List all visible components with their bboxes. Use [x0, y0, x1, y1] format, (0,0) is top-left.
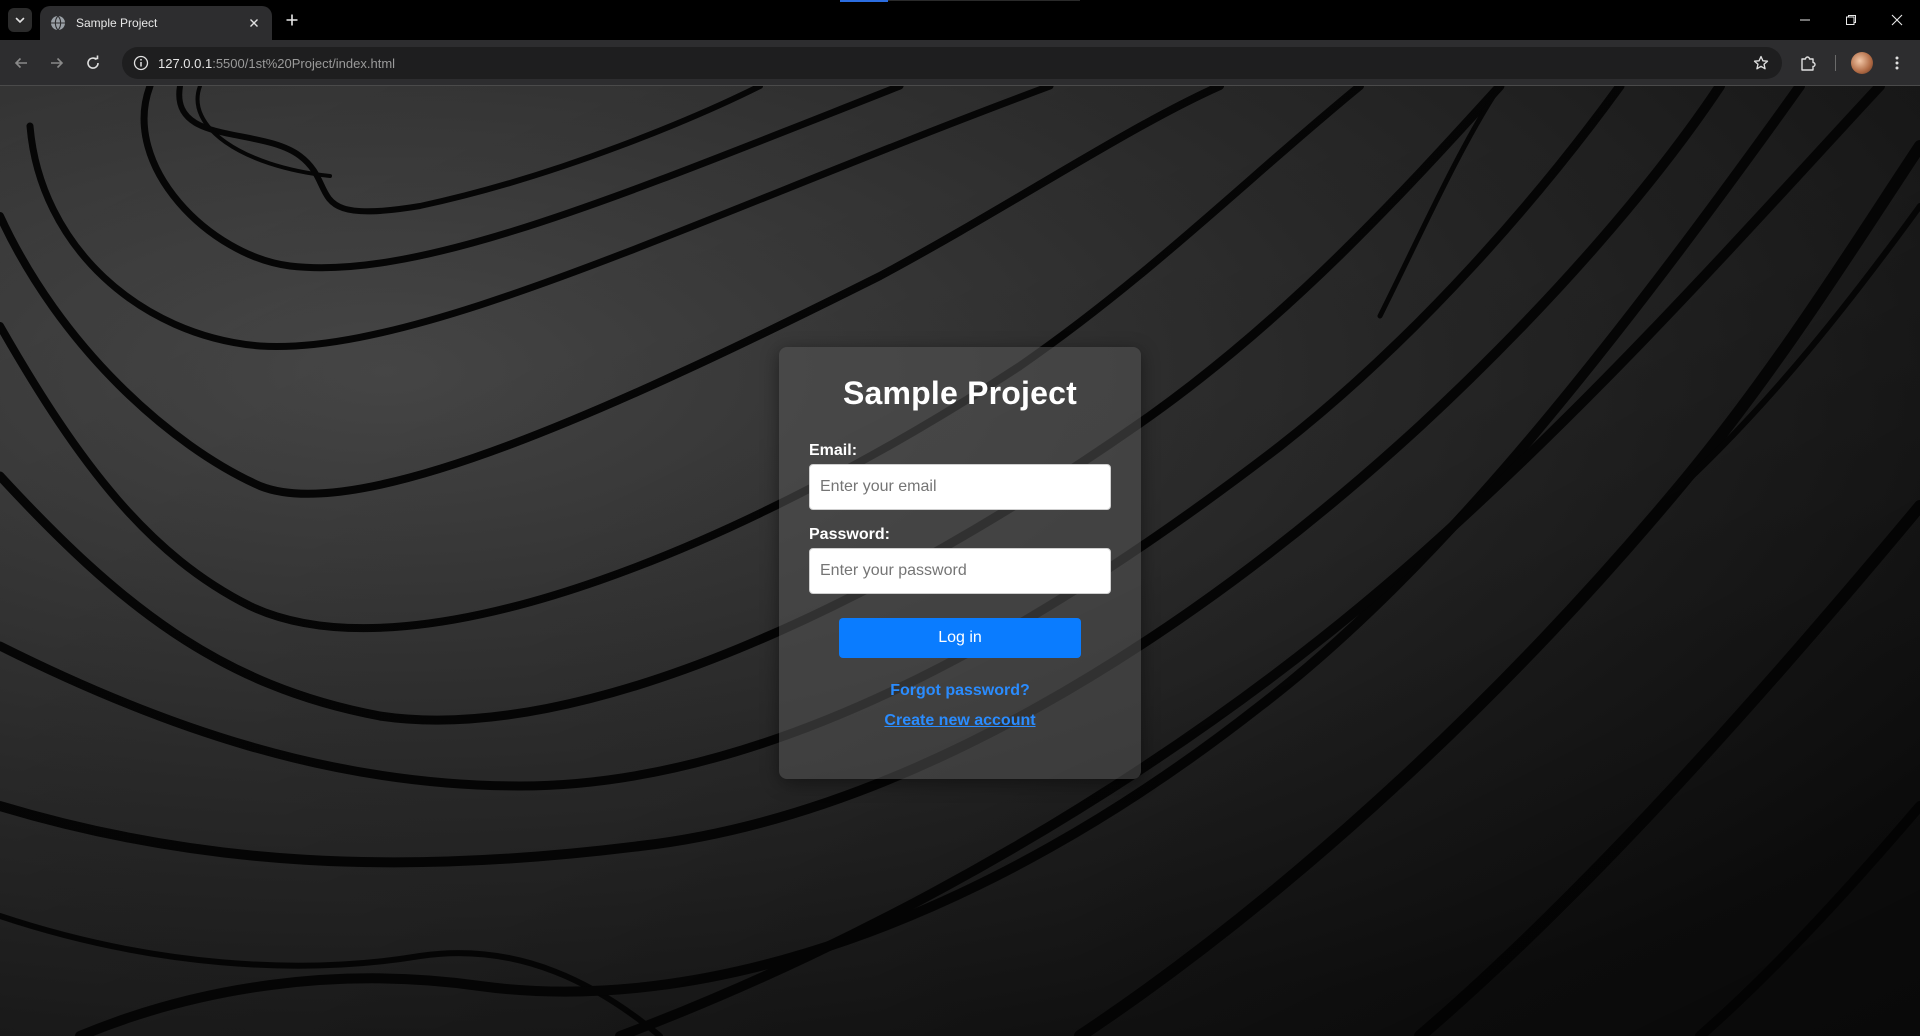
window-controls	[1782, 0, 1920, 40]
close-icon	[1891, 14, 1903, 26]
tab-title: Sample Project	[76, 16, 158, 30]
active-tab[interactable]: Sample Project	[40, 6, 272, 40]
close-window-button[interactable]	[1874, 0, 1920, 40]
tab-search-button[interactable]	[8, 8, 32, 32]
star-icon	[1753, 55, 1769, 70]
back-icon	[14, 57, 27, 69]
tab-strip: Sample Project	[0, 0, 1920, 40]
globe-icon	[51, 15, 65, 31]
browser-menu-button[interactable]	[1886, 52, 1908, 74]
page-viewport: Sample Project Email: Password: Log in F…	[0, 86, 1920, 1036]
bookmark-button[interactable]	[1750, 52, 1772, 74]
login-card: Sample Project Email: Password: Log in F…	[779, 347, 1141, 779]
tab-strip-divider	[888, 0, 1080, 1]
profile-avatar[interactable]	[1851, 52, 1873, 74]
new-tab-button[interactable]	[282, 10, 302, 30]
close-icon	[250, 19, 258, 27]
plus-icon	[286, 14, 298, 26]
reload-icon	[87, 55, 99, 69]
url-text: 127.0.0.1:5500/1st%20Project/index.html	[158, 56, 395, 71]
minimize-icon	[1800, 19, 1810, 21]
restore-icon	[1846, 15, 1856, 25]
reload-button[interactable]	[82, 52, 104, 74]
extensions-icon	[1801, 56, 1816, 71]
tab-close-button[interactable]	[246, 15, 262, 31]
browser-toolbar: 127.0.0.1:5500/1st%20Project/index.html	[0, 40, 1920, 86]
url-host: 127.0.0.1	[158, 55, 213, 71]
forward-button[interactable]	[46, 52, 68, 74]
email-label: Email:	[809, 442, 858, 459]
extensions-button[interactable]	[1797, 52, 1819, 74]
toolbar-separator	[1835, 55, 1836, 71]
create-account-link[interactable]: Create new account	[809, 712, 1111, 730]
restore-button[interactable]	[1828, 0, 1874, 40]
page-title: Sample Project	[842, 375, 1077, 411]
email-field[interactable]	[809, 464, 1111, 510]
address-bar[interactable]: 127.0.0.1:5500/1st%20Project/index.html	[122, 47, 1782, 79]
login-button[interactable]: Log in	[839, 618, 1081, 658]
site-info-button[interactable]	[130, 52, 152, 74]
url-path: :5500/1st%20Project/index.html	[212, 55, 396, 71]
back-button[interactable]	[10, 52, 32, 74]
password-field[interactable]	[809, 548, 1111, 594]
minimize-button[interactable]	[1782, 0, 1828, 40]
password-label: Password:	[809, 526, 890, 543]
chevron-down-icon	[15, 17, 25, 24]
menu-icon	[1895, 56, 1899, 70]
tab-strip-indicator	[840, 0, 888, 2]
forgot-password-link[interactable]: Forgot password?	[809, 682, 1111, 700]
forward-icon	[51, 57, 64, 69]
info-icon	[133, 55, 149, 71]
